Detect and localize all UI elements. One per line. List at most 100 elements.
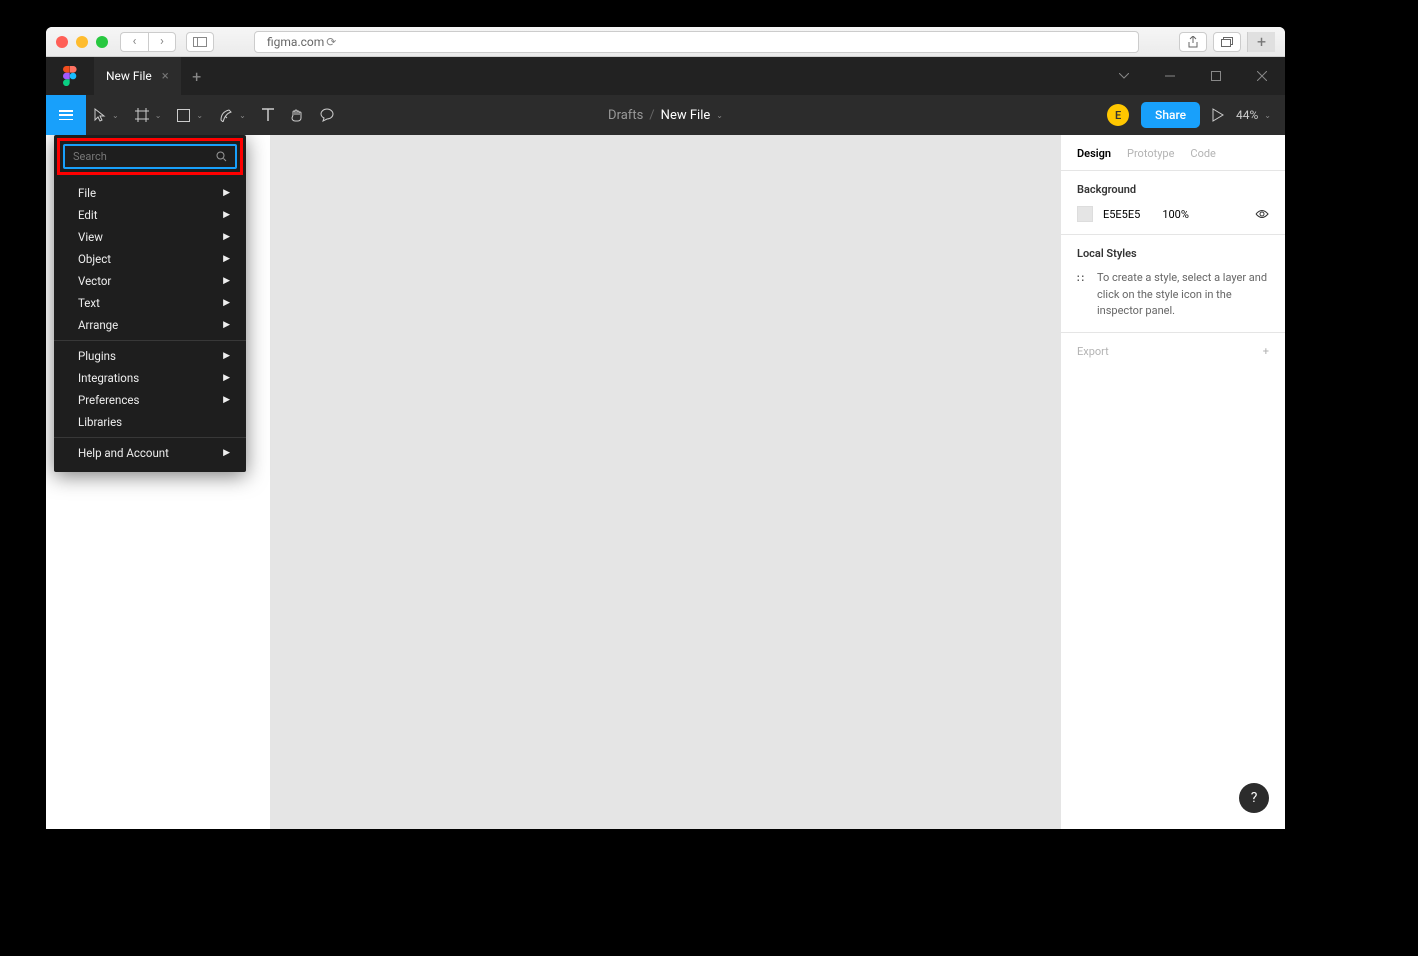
menu-item-label: File bbox=[78, 186, 96, 200]
menu-item-label: Edit bbox=[78, 208, 97, 222]
submenu-arrow-icon: ▶ bbox=[223, 276, 230, 286]
breadcrumb[interactable]: Drafts / New File ⌄ bbox=[608, 108, 723, 123]
menu-item-label: Help and Account bbox=[78, 446, 169, 460]
panel-tab-prototype[interactable]: Prototype bbox=[1127, 147, 1174, 160]
pen-tool[interactable]: ⌄ bbox=[211, 95, 254, 135]
back-button[interactable]: ‹ bbox=[120, 32, 148, 52]
section-title: Background bbox=[1077, 183, 1269, 196]
close-window-button[interactable] bbox=[56, 36, 68, 48]
zoom-control[interactable]: 44% ⌄ bbox=[1236, 108, 1271, 122]
menu-item-label: Vector bbox=[78, 274, 111, 288]
maximize-icon[interactable] bbox=[1193, 57, 1239, 95]
menu-item-integrations[interactable]: Integrations▶ bbox=[54, 367, 246, 389]
submenu-arrow-icon: ▶ bbox=[223, 210, 230, 220]
section-title: Local Styles bbox=[1077, 247, 1269, 260]
menu-item-preferences[interactable]: Preferences ▶ bbox=[54, 389, 246, 411]
minimize-icon[interactable] bbox=[1147, 57, 1193, 95]
maximize-window-button[interactable] bbox=[96, 36, 108, 48]
background-hex[interactable]: E5E5E5 bbox=[1103, 208, 1140, 221]
breadcrumb-file[interactable]: New File ⌄ bbox=[661, 108, 723, 123]
tab-strip: New File × + bbox=[46, 57, 1285, 95]
hand-tool[interactable] bbox=[282, 95, 312, 135]
refresh-icon[interactable]: ⟳ bbox=[326, 35, 336, 49]
close-icon[interactable] bbox=[1239, 57, 1285, 95]
file-tab[interactable]: New File × bbox=[94, 57, 181, 95]
panel-tab-design[interactable]: Design bbox=[1077, 147, 1111, 160]
move-tool[interactable]: ⌄ bbox=[86, 95, 127, 135]
sidebar-toggle-button[interactable] bbox=[186, 32, 214, 52]
menu-item-file[interactable]: File ▶ bbox=[54, 182, 246, 204]
export-section[interactable]: Export + bbox=[1061, 333, 1285, 370]
background-opacity[interactable]: 100% bbox=[1162, 208, 1189, 221]
toolbar: ⌄ ⌄ ⌄ ⌄ bbox=[46, 95, 1285, 135]
present-button[interactable] bbox=[1212, 108, 1224, 122]
shape-tool[interactable]: ⌄ bbox=[169, 95, 211, 135]
chevron-down-icon: ⌄ bbox=[196, 111, 203, 120]
url-text: figma.com bbox=[267, 35, 324, 49]
hamburger-icon bbox=[59, 110, 73, 120]
visibility-icon[interactable] bbox=[1255, 209, 1269, 219]
search-box[interactable] bbox=[63, 144, 237, 169]
export-label: Export bbox=[1077, 345, 1109, 358]
main-menu-button[interactable] bbox=[46, 95, 86, 135]
submenu-arrow-icon: ▶ bbox=[223, 298, 230, 308]
menu-item-edit[interactable]: Edit ▶ bbox=[54, 204, 246, 226]
address-bar[interactable]: figma.com ⟳ bbox=[254, 31, 1139, 53]
menu-divider bbox=[54, 340, 246, 341]
menu-item-text[interactable]: Text▶ bbox=[54, 292, 246, 314]
menu-item-help-and-account[interactable]: Help and Account▶ bbox=[54, 442, 246, 464]
breadcrumb-folder[interactable]: Drafts bbox=[608, 108, 643, 123]
local-styles-hint: To create a style, select a layer and cl… bbox=[1097, 270, 1269, 320]
menu-item-label: Plugins bbox=[78, 349, 116, 363]
close-tab-icon[interactable]: × bbox=[162, 69, 169, 84]
chevron-down-icon[interactable] bbox=[1101, 57, 1147, 95]
forward-button[interactable]: › bbox=[148, 32, 176, 52]
local-styles-section: Local Styles ∷ To create a style, select… bbox=[1061, 235, 1285, 333]
menu-item-label: Object bbox=[78, 252, 111, 266]
figma-logo-icon[interactable] bbox=[46, 57, 94, 95]
chevron-down-icon: ⌄ bbox=[239, 111, 246, 120]
menu-item-plugins[interactable]: Plugins▶ bbox=[54, 345, 246, 367]
figma-app: New File × + ⌄ ⌄ bbox=[46, 57, 1285, 829]
add-tab-button[interactable]: + bbox=[181, 67, 213, 86]
panel-tab-code[interactable]: Code bbox=[1190, 147, 1215, 160]
comment-tool[interactable] bbox=[312, 95, 342, 135]
browser-window: ‹ › figma.com ⟳ + New File × bbox=[46, 27, 1285, 829]
menu-item-arrange[interactable]: Arrange▶ bbox=[54, 314, 246, 336]
menu-list: File▶Edit▶View▶Object▶Vector▶Text▶Arrang… bbox=[54, 178, 246, 468]
submenu-arrow-icon: ▶ bbox=[223, 232, 230, 242]
menu-search-input[interactable] bbox=[73, 150, 216, 163]
workspace: Design Prototype Code Background E5E5E5 10… bbox=[46, 135, 1285, 829]
submenu-arrow-icon: ▶ bbox=[223, 188, 230, 198]
search-highlight bbox=[57, 138, 243, 175]
chevron-down-icon: ⌄ bbox=[112, 111, 119, 120]
breadcrumb-separator: / bbox=[649, 108, 654, 123]
menu-item-label: Preferences bbox=[78, 393, 139, 407]
share-button[interactable]: Share bbox=[1141, 102, 1200, 128]
color-swatch[interactable] bbox=[1077, 206, 1093, 222]
panel-tabs: Design Prototype Code bbox=[1061, 135, 1285, 171]
menu-item-view[interactable]: View ▶ bbox=[54, 226, 246, 248]
avatar[interactable]: E bbox=[1107, 104, 1129, 126]
help-button[interactable]: ? bbox=[1239, 783, 1269, 813]
menu-item-label: Libraries bbox=[78, 415, 122, 429]
menu-item-object[interactable]: Object ▶ bbox=[54, 248, 246, 270]
submenu-arrow-icon: ▶ bbox=[223, 254, 230, 264]
tabs-safari-button[interactable] bbox=[1213, 32, 1241, 52]
new-tab-button[interactable]: + bbox=[1247, 32, 1275, 52]
chevron-down-icon: ⌄ bbox=[1264, 111, 1271, 120]
menu-item-label: View bbox=[78, 230, 103, 244]
search-icon bbox=[216, 151, 227, 162]
right-panel: Design Prototype Code Background E5E5E5 10… bbox=[1060, 135, 1285, 829]
browser-chrome: ‹ › figma.com ⟳ + bbox=[46, 27, 1285, 57]
minimize-window-button[interactable] bbox=[76, 36, 88, 48]
text-tool[interactable] bbox=[254, 95, 282, 135]
plus-icon[interactable]: + bbox=[1263, 345, 1269, 358]
submenu-arrow-icon: ▶ bbox=[223, 395, 230, 405]
menu-item-vector[interactable]: Vector ▶ bbox=[54, 270, 246, 292]
menu-item-libraries[interactable]: Libraries bbox=[54, 411, 246, 433]
frame-tool[interactable]: ⌄ bbox=[127, 95, 170, 135]
canvas[interactable] bbox=[271, 135, 1060, 829]
submenu-arrow-icon: ▶ bbox=[223, 320, 230, 330]
share-safari-button[interactable] bbox=[1179, 32, 1207, 52]
